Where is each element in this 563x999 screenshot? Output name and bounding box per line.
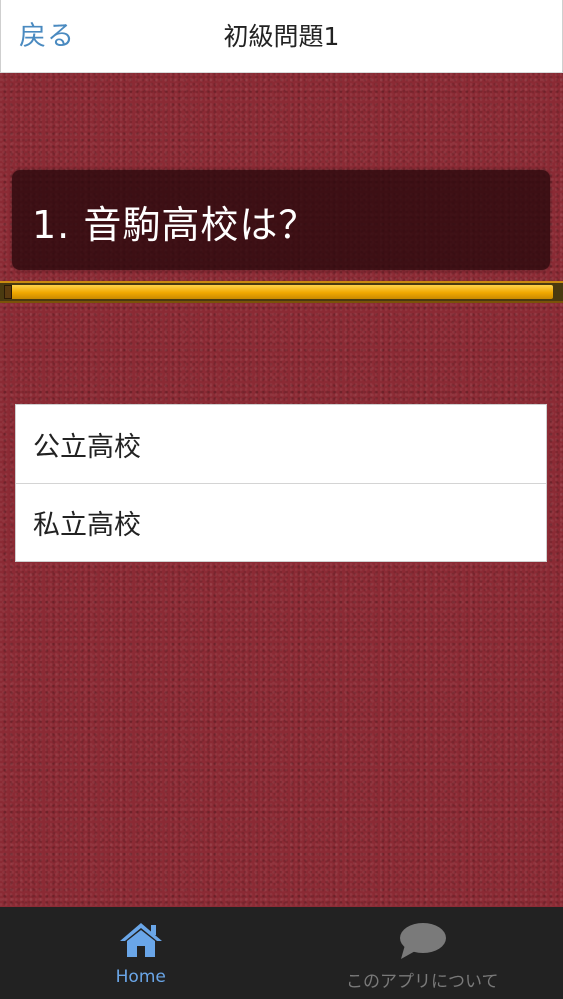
question-text: 1. 音駒高校は？ <box>32 203 318 247</box>
nav-item-about[interactable]: このアプリについて <box>282 907 563 999</box>
progress-knob <box>4 285 12 299</box>
question-box: 1. 音駒高校は？ <box>12 170 550 270</box>
quiz-area: 1. 音駒高校は？ 公立高校 私立高校 <box>0 73 563 907</box>
answer-option-1[interactable]: 公立高校 <box>16 405 546 483</box>
speech-bubble-icon <box>397 921 447 967</box>
page-title: 初級問題1 <box>223 22 340 51</box>
progress-bar <box>0 281 563 303</box>
answer-option-2[interactable]: 私立高校 <box>16 483 546 561</box>
nav-label-about: このアプリについて <box>346 972 499 992</box>
nav-item-home[interactable]: Home <box>0 907 282 999</box>
header: 戻る 初級問題1 <box>0 0 563 73</box>
bottom-nav: Home このアプリについて <box>0 907 563 999</box>
answer-list: 公立高校 私立高校 <box>15 404 547 562</box>
home-icon <box>118 921 164 963</box>
progress-fill <box>4 285 553 299</box>
nav-label-home: Home <box>115 967 166 987</box>
